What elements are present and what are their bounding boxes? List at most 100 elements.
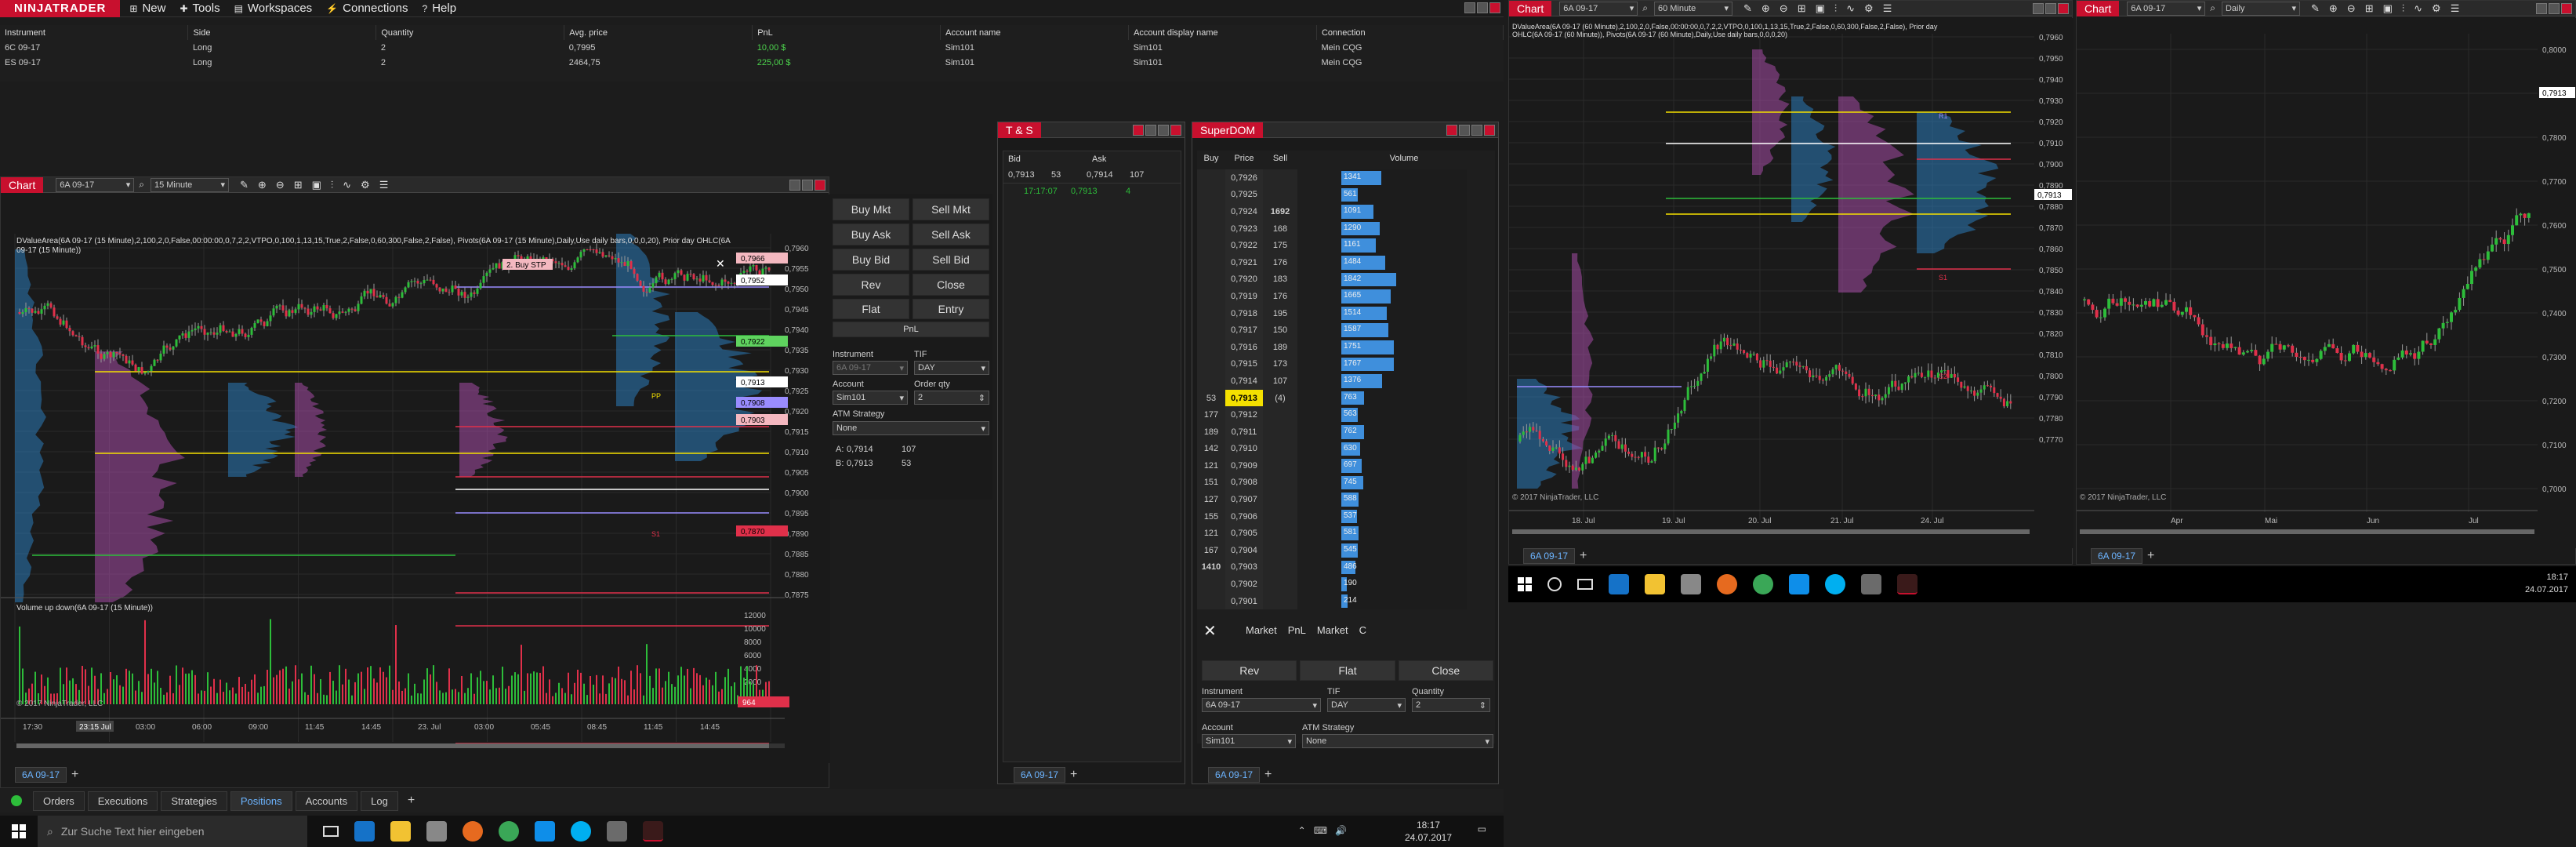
chart-trader-icon[interactable]: ☰	[379, 179, 389, 191]
dom-price-cell[interactable]: 0,7915	[1225, 355, 1263, 373]
dom-footer-tab[interactable]: Market	[1317, 624, 1348, 636]
minimize-button[interactable]	[1464, 2, 1475, 13]
dom-buy-cell[interactable]: 1410	[1197, 558, 1225, 576]
maximize-button[interactable]	[1158, 125, 1169, 136]
dom-price-cell[interactable]: 0,7904	[1225, 542, 1263, 559]
teamviewer-icon[interactable]	[535, 821, 555, 842]
dom-price-cell[interactable]: 0,7923	[1225, 220, 1263, 238]
dom-price-cell[interactable]: 0,7913	[1225, 389, 1263, 407]
chart3-plot[interactable]: 0,8000 0,7913 0,7800 0,7700 0,7600 0,7500 0,74…	[2077, 18, 2576, 548]
dom-row[interactable]: 121 0,7905 581	[1197, 525, 1495, 543]
add-tab-icon[interactable]: +	[2147, 549, 2154, 563]
dom-price-cell[interactable]: 0,7914	[1225, 373, 1263, 390]
add-tab-icon[interactable]: +	[408, 794, 415, 808]
network-app-icon[interactable]	[1861, 574, 1881, 594]
close-button[interactable]	[1133, 125, 1144, 136]
dom-buy-cell[interactable]	[1197, 237, 1225, 254]
dom-price-cell[interactable]: 0,7919	[1225, 288, 1263, 305]
close-button[interactable]	[2561, 3, 2572, 14]
network-icon[interactable]: ⌨	[1314, 825, 1327, 836]
stepper-icon[interactable]: ⇕	[978, 393, 985, 403]
indicators-icon[interactable]: ∿	[2414, 2, 2422, 15]
order-qty-stepper[interactable]: 2 ⇕	[914, 391, 989, 405]
close-panel-icon[interactable]: ✕	[1203, 621, 1217, 641]
dom-price-cell[interactable]: 0,7909	[1225, 457, 1263, 474]
rev-button[interactable]: Rev	[1202, 660, 1297, 681]
chart1-plot[interactable]: 0,7960 0,7955 0,7950 0,7945 0,7940 0,7935 0,79…	[1, 194, 830, 763]
dom-price-cell[interactable]: 0,7903	[1225, 558, 1263, 576]
system-clock-right[interactable]: 18:17 24.07.2017	[2525, 571, 2568, 596]
start-button[interactable]	[0, 816, 38, 847]
dom-sell-cell[interactable]: 168	[1263, 220, 1297, 238]
chart3-interval-selector[interactable]: Daily ▾	[2221, 1, 2300, 16]
edge-icon[interactable]	[1609, 574, 1629, 594]
dom-row[interactable]: 0,7920 183 1842	[1197, 271, 1495, 289]
sell-mkt-button[interactable]: Sell Mkt	[912, 198, 989, 220]
close-position-button[interactable]: Close	[1398, 660, 1493, 681]
chart2-tab[interactable]: 6A 09-17	[1523, 548, 1576, 564]
dom-buy-cell[interactable]	[1197, 186, 1225, 204]
buy-mkt-button[interactable]: Buy Mkt	[833, 198, 909, 220]
dom-sell-cell[interactable]: 107	[1263, 373, 1297, 390]
column-header[interactable]: Account name	[940, 25, 1130, 40]
tab-orders[interactable]: Orders	[33, 791, 85, 811]
dom-buy-cell[interactable]: 53	[1197, 389, 1225, 407]
dom-sell-cell[interactable]	[1263, 186, 1297, 204]
dom-sell-cell[interactable]: 176	[1263, 253, 1297, 271]
ts-tab[interactable]: 6A 09-17	[1014, 767, 1066, 783]
tab-strategies[interactable]: Strategies	[161, 791, 227, 811]
add-tab-icon[interactable]: +	[1070, 768, 1077, 782]
tab-positions[interactable]: Positions	[230, 791, 292, 811]
dom-row[interactable]: 0,7926 1341	[1197, 169, 1495, 187]
dom-sell-cell[interactable]: 150	[1263, 322, 1297, 339]
tif-selector[interactable]: DAY ▾	[1327, 698, 1406, 712]
maximize-button[interactable]	[1477, 2, 1488, 13]
dom-price-cell[interactable]: 0,7905	[1225, 525, 1263, 543]
close-button[interactable]	[1484, 125, 1495, 136]
dom-footer-tab[interactable]: C	[1359, 624, 1366, 636]
teamviewer-icon[interactable]	[1789, 574, 1809, 594]
dom-price-cell[interactable]: 0,7907	[1225, 491, 1263, 508]
dom-row[interactable]: 53 0,7913 (4) 763	[1197, 389, 1495, 407]
dom-row[interactable]: 0,7918 195 1514	[1197, 304, 1495, 322]
chart2-interval-selector[interactable]: 60 Minute ▾	[1653, 1, 1732, 16]
indicators-icon[interactable]: ∿	[1846, 2, 1855, 15]
chart2-instrument-selector[interactable]: 6A 09-17 ▾	[1559, 1, 1638, 16]
strategies-icon[interactable]: ⚙	[361, 179, 370, 191]
chart-trader-icon[interactable]: ☰	[1883, 2, 1892, 15]
dom-buy-cell[interactable]: 167	[1197, 542, 1225, 559]
add-tab-icon[interactable]: +	[1264, 768, 1272, 782]
zoom-out-icon[interactable]: ⊖	[1780, 2, 1788, 15]
zoom-in-icon[interactable]: ⊕	[2329, 2, 2338, 15]
scrollbar-thumb[interactable]	[16, 743, 769, 748]
dom-sell-cell[interactable]	[1263, 525, 1297, 543]
ninjatrader-logo[interactable]: NINJATRADER	[0, 0, 121, 17]
menu-workspaces[interactable]: ▤ Workspaces	[234, 2, 313, 15]
flat-button[interactable]: Flat	[1300, 660, 1395, 681]
skype-icon[interactable]	[571, 821, 591, 842]
column-header[interactable]: Side	[187, 25, 377, 40]
bar-type-icon[interactable]: ⫶	[2402, 2, 2404, 15]
bar-type-icon[interactable]: ⫶	[1834, 2, 1837, 15]
horizontal-scrollbar[interactable]	[1512, 529, 2030, 534]
dom-sell-cell[interactable]	[1263, 558, 1297, 576]
zoom-out-icon[interactable]: ⊖	[276, 179, 285, 191]
dom-buy-cell[interactable]: 189	[1197, 423, 1225, 441]
dom-price-cell[interactable]: 0,7926	[1225, 169, 1263, 187]
dom-sell-cell[interactable]	[1263, 406, 1297, 424]
search-icon[interactable]: ⌕	[2210, 2, 2215, 14]
dom-sell-cell[interactable]: (4)	[1263, 389, 1297, 407]
task-view-icon[interactable]	[1577, 579, 1593, 590]
chart1-instrument-selector[interactable]: 6A 09-17 ▾	[56, 177, 135, 192]
maximize-button[interactable]	[2045, 3, 2056, 14]
atm-strategy-selector[interactable]: None ▾	[1302, 734, 1493, 748]
position-row[interactable]: 6C 09-17 Long 2 0,7995 10,00 $ Sim101 Sim101 Me…	[0, 40, 1504, 55]
close-button[interactable]	[1446, 125, 1457, 136]
menu-tools[interactable]: ✚ Tools	[180, 2, 220, 15]
menu-help[interactable]: ? Help	[423, 2, 457, 15]
dom-row[interactable]: 155 0,7906 537	[1197, 507, 1495, 525]
data-box-icon[interactable]: ▣	[2383, 2, 2393, 15]
buy-bid-button[interactable]: Buy Bid	[833, 249, 909, 271]
dom-buy-cell[interactable]: 127	[1197, 491, 1225, 508]
rev-button[interactable]: Rev	[833, 274, 909, 296]
